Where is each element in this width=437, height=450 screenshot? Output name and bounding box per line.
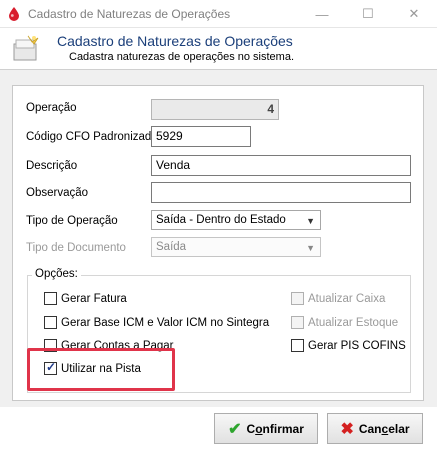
header-subtitle: Cadastra naturezas de operações no siste… [69, 51, 295, 63]
checkbox-box[interactable] [291, 339, 304, 352]
gerar-pis-cofins-checkbox[interactable]: Gerar PIS COFINS [291, 339, 406, 352]
checkbox-box[interactable] [44, 316, 57, 329]
checkbox-box-disabled [291, 292, 304, 305]
confirm-button[interactable]: ✔ Confirmar [214, 413, 318, 444]
gerar-fatura-checkbox[interactable]: Gerar Fatura [44, 292, 127, 305]
observacao-label: Observação [26, 187, 89, 199]
tipo-operacao-label: Tipo de Operação [26, 215, 118, 227]
close-icon: ✕ [408, 6, 420, 21]
confirm-label: Confirmar [246, 421, 304, 436]
cancel-label: Cancelar [358, 421, 410, 436]
descricao-input[interactable]: Venda [151, 155, 411, 176]
gerar-base-icm-checkbox[interactable]: Gerar Base ICM e Valor ICM no Sintegra [44, 316, 269, 329]
maximize-icon: ☐ [362, 6, 374, 21]
window-title: Cadastro de Naturezas de Operações [28, 7, 231, 21]
cfo-input[interactable]: 5929 [151, 126, 251, 147]
minimize-button[interactable]: — [299, 0, 345, 28]
tipo-operacao-select[interactable]: Saída - Dentro do Estado ▼ [151, 210, 321, 230]
operacao-field: 4 [151, 99, 279, 120]
app-logo-icon [9, 7, 19, 21]
tipo-documento-select: Saída ▼ [151, 237, 321, 257]
checkbox-box[interactable] [44, 292, 57, 305]
observacao-input[interactable] [151, 182, 411, 203]
atualizar-caixa-label: Atualizar Caixa [308, 292, 386, 305]
descricao-label: Descrição [26, 160, 78, 172]
atualizar-estoque-label: Atualizar Estoque [308, 316, 399, 329]
cross-icon: ✖ [340, 420, 354, 438]
form-wizard-icon [13, 35, 39, 61]
atualizar-estoque-checkbox: Atualizar Estoque [291, 316, 398, 329]
checkmark-icon: ✔ [228, 420, 242, 438]
tipo-documento-value: Saída [156, 241, 187, 253]
cfo-label: Código CFO Padronizado [26, 131, 158, 143]
gerar-fatura-label: Gerar Fatura [61, 292, 127, 305]
tipo-operacao-value: Saída - Dentro do Estado [156, 214, 286, 226]
tipo-documento-label: Tipo de Documento [26, 242, 126, 254]
chevron-down-icon: ▼ [306, 243, 315, 253]
maximize-button[interactable]: ☐ [345, 0, 391, 28]
close-button[interactable]: ✕ [391, 0, 437, 28]
gerar-pis-cofins-label: Gerar PIS COFINS [308, 339, 406, 352]
title-bar: Cadastro de Naturezas de Operações — ☐ ✕ [0, 0, 437, 28]
options-legend: Opções: [32, 268, 81, 280]
cancel-button[interactable]: ✖ Cancelar [327, 413, 423, 444]
highlight-box [27, 348, 175, 391]
minimize-icon: — [315, 6, 329, 22]
atualizar-caixa-checkbox: Atualizar Caixa [291, 292, 385, 305]
header-title: Cadastro de Naturezas de Operações [57, 33, 293, 49]
checkbox-box-disabled [291, 316, 304, 329]
chevron-down-icon: ▼ [306, 216, 315, 226]
operacao-label: Operação [26, 102, 77, 114]
header-band: Cadastro de Naturezas de Operações Cadas… [0, 28, 437, 70]
gerar-base-icm-label: Gerar Base ICM e Valor ICM no Sintegra [61, 316, 270, 329]
